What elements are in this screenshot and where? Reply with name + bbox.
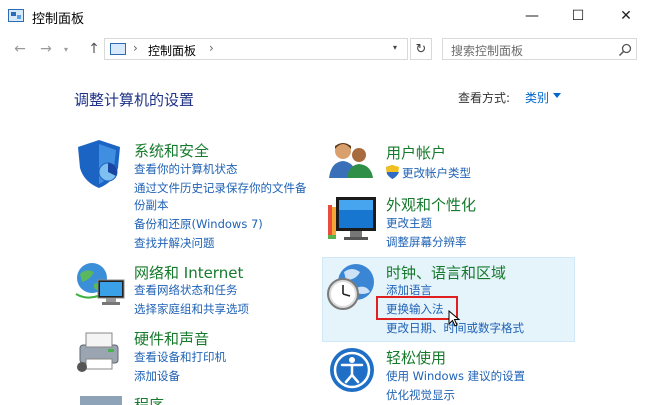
highlight-marker	[376, 296, 458, 320]
view-by-label: 查看方式:	[458, 91, 511, 105]
breadcrumb-control-panel[interactable]: 控制面板	[148, 42, 196, 59]
clock-globe-icon[interactable]	[326, 262, 378, 312]
recent-locations-dropdown[interactable]: ▾	[56, 40, 76, 58]
window-title: 控制面板	[32, 12, 85, 27]
link-network-status[interactable]: 查看网络状态和任务	[134, 282, 238, 298]
search-icon[interactable]	[618, 43, 632, 57]
users-icon[interactable]	[328, 140, 374, 180]
link-backup-restore[interactable]: 备份和还原(Windows 7)	[134, 216, 263, 232]
programs-icon[interactable]	[78, 392, 124, 405]
category-network-internet-title[interactable]: 网络和 Internet	[134, 262, 243, 283]
printer-icon[interactable]	[74, 327, 124, 373]
refresh-button[interactable]: ↻	[410, 38, 432, 60]
address-dropdown-icon[interactable]: ▾	[393, 43, 397, 52]
search-placeholder: 搜索控制面板	[451, 44, 524, 58]
back-button[interactable]: ←	[10, 40, 30, 58]
category-appearance-title[interactable]: 外观和个性化	[386, 194, 476, 215]
title-bar: 控制面板 — ☐ ✕	[0, 0, 649, 32]
close-button[interactable]: ✕	[603, 0, 649, 32]
control-panel-icon	[8, 9, 24, 22]
link-devices-printers[interactable]: 查看设备和打印机	[134, 349, 226, 365]
monitor-icon[interactable]	[326, 193, 378, 245]
link-file-history-backup[interactable]: 通过文件历史记录保存你的文件备	[134, 180, 307, 196]
uac-shield-icon	[386, 165, 399, 179]
page-title: 调整计算机的设置	[74, 91, 195, 109]
category-clock-region-title[interactable]: 时钟、语言和区域	[386, 262, 506, 283]
chevron-down-icon[interactable]	[553, 93, 561, 98]
link-homegroup[interactable]: 选择家庭组和共享选项	[134, 301, 249, 317]
category-user-accounts-title[interactable]: 用户帐户	[386, 142, 446, 163]
up-button[interactable]: ↑	[84, 40, 104, 58]
network-icon[interactable]	[72, 260, 126, 308]
minimize-button[interactable]: —	[509, 0, 555, 32]
breadcrumb-separator[interactable]: ›	[209, 41, 214, 55]
shield-icon[interactable]	[74, 138, 124, 190]
control-panel-icon	[110, 43, 126, 55]
mouse-cursor-icon	[448, 310, 461, 327]
link-screen-resolution[interactable]: 调整屏幕分辨率	[386, 234, 467, 250]
category-hardware-sound-title[interactable]: 硬件和声音	[134, 328, 209, 349]
maximize-button[interactable]: ☐	[555, 0, 601, 32]
link-change-account-type[interactable]: 更改帐户类型	[402, 165, 471, 181]
link-view-computer-status[interactable]: 查看你的计算机状态	[134, 161, 238, 177]
link-file-history-backup-cont[interactable]: 份副本	[134, 197, 169, 213]
link-change-theme[interactable]: 更改主题	[386, 215, 432, 231]
category-system-security-title[interactable]: 系统和安全	[134, 140, 209, 161]
breadcrumb-separator: ›	[133, 41, 138, 55]
link-recommended-settings[interactable]: 使用 Windows 建议的设置	[386, 368, 525, 384]
address-toolbar: ← → ▾ ↑ › 控制面板 › ▾ ↻ 搜索控制面板	[0, 34, 649, 64]
forward-button[interactable]: →	[36, 40, 56, 58]
address-field[interactable]: › 控制面板 › ▾	[104, 38, 408, 60]
view-by-dropdown[interactable]: 类别	[525, 89, 549, 106]
search-input[interactable]: 搜索控制面板	[442, 38, 637, 60]
link-optimize-display[interactable]: 优化视觉显示	[386, 387, 455, 403]
ease-of-access-icon[interactable]	[328, 346, 376, 394]
link-troubleshoot[interactable]: 查找并解决问题	[134, 235, 215, 251]
category-programs-title[interactable]: 程序	[134, 394, 164, 405]
category-ease-of-access-title[interactable]: 轻松使用	[386, 347, 446, 368]
link-add-device[interactable]: 添加设备	[134, 368, 180, 384]
